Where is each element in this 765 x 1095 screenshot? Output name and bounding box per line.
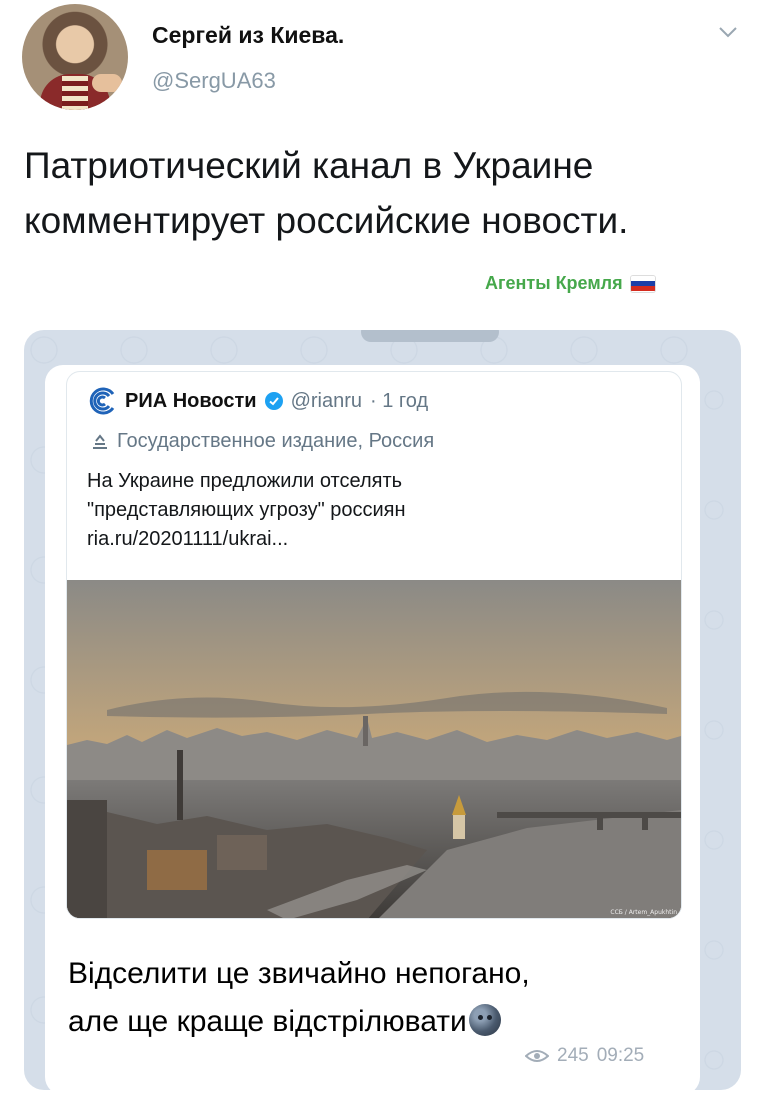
tag-text: Агенты Кремля <box>485 273 623 293</box>
message-line-1: Відселити це звичайно непогано, <box>68 957 530 990</box>
russia-flag-icon <box>630 275 655 292</box>
author-name[interactable]: Сергей из Киева. <box>152 22 344 49</box>
state-media-label: Государственное издание, Россия <box>91 430 434 453</box>
date-pill <box>361 330 499 342</box>
embedded-tweet-header: РИА Новости @rianru · 1 год <box>87 386 428 416</box>
embedded-time: · 1 год <box>370 389 429 412</box>
tag-label: Агенты Кремля <box>485 273 655 294</box>
embedded-account-name[interactable]: РИА Новости <box>125 390 257 413</box>
embedded-handle[interactable]: @rianru <box>291 390 362 413</box>
photo-credit: ССБ / Artem_Apukhtin <box>610 909 677 916</box>
state-media-text: Государственное издание, Россия <box>117 430 435 452</box>
avatar-stripe <box>62 76 88 110</box>
cityscape-image <box>67 580 681 918</box>
flag-pole-icon <box>93 433 107 449</box>
message-footer: 245 09:25 <box>525 1045 644 1067</box>
embedded-link[interactable]: ria.ru/20201111/ukrai... <box>87 525 647 554</box>
embedded-tweet-text: На Украине предложили отселять "представ… <box>87 467 647 554</box>
embedded-text-line-1: На Украине предложили отселять <box>87 470 403 492</box>
chevron-down-icon[interactable] <box>716 22 740 42</box>
message-text: Відселити це звичайно непогано, але ще к… <box>68 950 678 1046</box>
embedded-text-line-2: "представляющих угрозу" россиян <box>87 499 406 521</box>
views-count: 245 <box>557 1045 589 1066</box>
verified-badge-icon <box>264 392 283 410</box>
embedded-tweet-card[interactable]: РИА Новости @rianru · 1 год Государствен… <box>66 371 682 919</box>
eye-icon <box>525 1050 549 1062</box>
message-line-2-text: але ще краще відстрілювати <box>68 1005 467 1038</box>
tweet-text: Патриотический канал в Украине комментир… <box>24 145 629 241</box>
avatar-hand <box>92 74 122 92</box>
avatar[interactable] <box>22 4 128 110</box>
message-line-2: але ще краще відстрілювати <box>68 998 678 1046</box>
ria-logo-icon <box>89 387 115 415</box>
kyiv-cityscape-photo[interactable]: ССБ / Artem_Apukhtin <box>67 580 681 918</box>
author-handle[interactable]: @SergUA63 <box>152 68 276 94</box>
new-moon-face-emoji-icon <box>468 1004 501 1036</box>
message-time: 09:25 <box>596 1045 645 1066</box>
